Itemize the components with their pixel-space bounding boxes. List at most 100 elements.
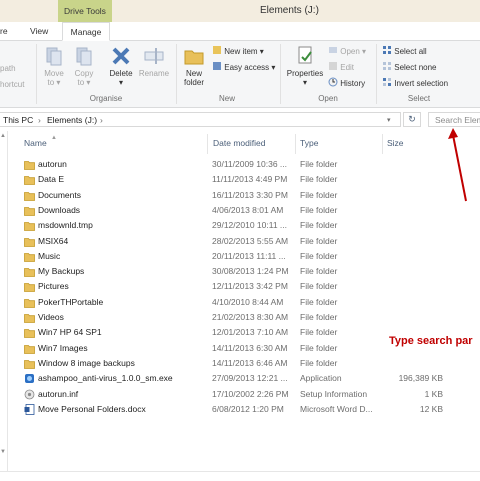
column-header-date[interactable]: Date modified (213, 138, 265, 148)
file-name: autorun.inf (38, 388, 79, 399)
file-name: Documents (38, 189, 81, 200)
rename-button[interactable]: Rename (137, 45, 171, 78)
rename-icon (144, 48, 164, 64)
file-type: Microsoft Word D... (300, 403, 373, 414)
file-row[interactable]: Move Personal Folders.docx 6/08/2012 1:20… (16, 402, 480, 417)
file-list-pane: ▲ ▼ ▲ Name Date modified Type Size autor… (0, 131, 480, 480)
group-separator (36, 44, 37, 104)
select-none-icon (382, 61, 392, 75)
new-item-icon (212, 45, 222, 59)
file-row[interactable]: Documents 16/11/2013 3:30 PM File folder (16, 188, 480, 203)
address-history-dropdown-icon[interactable]: ▾ (387, 116, 391, 124)
file-row[interactable]: autorun 30/11/2009 10:36 ... File folder (16, 157, 480, 172)
new-item-label: New item (224, 47, 258, 57)
tab-manage[interactable]: Manage (62, 22, 110, 41)
file-date-modified: 12/11/2013 3:42 PM (212, 281, 288, 292)
scroll-up-icon[interactable]: ▲ (0, 133, 6, 139)
select-none-button[interactable]: Select none (382, 61, 437, 73)
folder-icon (24, 205, 35, 216)
file-date-modified: 14/11/2013 6:30 AM (212, 342, 288, 353)
file-row[interactable]: My Backups 30/08/2013 1:24 PM File folder (16, 264, 480, 279)
move-to-button[interactable]: Move to ▾ (42, 45, 66, 87)
file-row[interactable]: Videos 21/02/2013 8:30 AM File folder (16, 310, 480, 325)
select-none-label: Select none (394, 63, 437, 73)
column-header-name[interactable]: Name (24, 138, 47, 148)
delete-button[interactable]: Delete ▾ (106, 45, 136, 87)
breadcrumb-drive[interactable]: Elements (J:) (47, 115, 97, 125)
group-label-new: New (218, 94, 235, 103)
folder-icon (24, 327, 35, 339)
search-annotation-text: Type search par (389, 335, 473, 347)
ribbon-tabs: re View Manage (0, 22, 480, 41)
file-row[interactable]: Data E 11/11/2013 4:49 PM File folder (16, 172, 480, 187)
easy-access-button[interactable]: Easy access ▾ (212, 61, 275, 73)
copy-to-label: Copy (74, 69, 94, 78)
breadcrumb-this-pc[interactable]: This PC (3, 115, 33, 125)
file-row[interactable]: PokerTHPortable 4/10/2010 8:44 AM File fol… (16, 295, 480, 310)
file-name: autorun (38, 159, 67, 169)
copy-to-button[interactable]: Copy to ▾ (72, 45, 96, 87)
select-all-label: Select all (394, 47, 427, 57)
column-divider[interactable] (207, 134, 208, 154)
properties-button[interactable]: Properties ▾ (284, 45, 326, 87)
tab-share[interactable]: re (0, 22, 8, 40)
open-button[interactable]: Open ▾ (328, 45, 366, 57)
new-folder-button[interactable]: New folder (180, 45, 208, 87)
folder-icon (24, 190, 35, 201)
select-all-button[interactable]: Select all (382, 45, 427, 57)
scroll-down-icon[interactable]: ▼ (0, 449, 6, 455)
search-placeholder: Search Elem (435, 115, 480, 125)
file-date-modified: 28/02/2013 5:55 AM (212, 235, 289, 246)
file-type: File folder (300, 174, 338, 185)
properties-icon (298, 46, 312, 64)
file-date-modified: 30/11/2009 10:36 ... (212, 159, 287, 169)
tab-view[interactable]: View (30, 22, 48, 40)
new-item-button[interactable]: New item ▾ (212, 45, 264, 57)
file-name: msdownld.tmp (38, 220, 93, 231)
file-name: MSIX64 (38, 235, 69, 246)
file-row[interactable]: Downloads 4/06/2013 8:01 AM File folder (16, 203, 480, 218)
new-folder-label: New (185, 69, 202, 78)
breadcrumb-separator-icon[interactable]: › (38, 115, 41, 125)
column-divider[interactable] (295, 134, 296, 154)
column-divider[interactable] (382, 134, 383, 154)
address-bar[interactable]: This PC › Elements (J:) › ▾ (0, 112, 401, 127)
invert-selection-label: Invert selection (394, 79, 449, 89)
file-row[interactable]: Music 20/11/2013 11:11 ... File folder (16, 249, 480, 264)
file-type: File folder (300, 342, 338, 353)
file-row[interactable]: msdownld.tmp 29/12/2010 10:11 ... File fol… (16, 218, 480, 233)
title-bar: Drive Tools Elements (J:) (0, 0, 480, 22)
file-row[interactable]: Window 8 image backups 14/11/2013 6:46 AM… (16, 356, 480, 371)
breadcrumb-separator-icon[interactable]: › (100, 115, 103, 125)
edit-button[interactable]: Edit (328, 61, 354, 73)
file-type: File folder (300, 159, 338, 169)
file-row[interactable]: Pictures 12/11/2013 3:42 PM File folder (16, 279, 480, 294)
file-size: 1 KB (424, 388, 443, 399)
invert-selection-button[interactable]: Invert selection (382, 77, 448, 89)
file-row[interactable]: autorun.inf 17/10/2002 2:26 PM Setup Infor… (16, 387, 480, 402)
column-header-type[interactable]: Type (300, 138, 318, 148)
new-folder-icon (184, 50, 204, 65)
file-name: Pictures (38, 281, 69, 292)
easy-access-label: Easy access (224, 63, 270, 73)
file-name: ashampoo_anti-virus_1.0.0_sm.exe (38, 373, 173, 384)
column-header-size[interactable]: Size (387, 138, 404, 148)
ribbon: path hortcut Move to ▾ Copy to ▾ Delete … (0, 41, 480, 108)
paste-shortcut-button[interactable]: hortcut (0, 79, 24, 91)
copy-path-button[interactable]: path (0, 63, 16, 75)
file-date-modified: 16/11/2013 3:30 PM (212, 189, 288, 200)
move-to-label-2: to ▾ (47, 78, 61, 87)
file-type: File folder (300, 250, 338, 261)
drive-tools-context-tab[interactable]: Drive Tools (58, 0, 112, 22)
file-row[interactable]: MSIX64 28/02/2013 5:55 AM File folder (16, 234, 480, 249)
file-row[interactable]: ashampoo_anti-virus_1.0.0_sm.exe 27/09/20… (16, 371, 480, 386)
group-separator (280, 44, 281, 104)
history-button[interactable]: History (328, 77, 365, 89)
folder-icon (24, 266, 35, 277)
refresh-icon[interactable]: ↻ (403, 112, 421, 127)
delete-dropdown-icon: ▾ (118, 78, 123, 87)
file-date-modified: 4/06/2013 8:01 AM (212, 204, 284, 215)
window-title: Elements (J:) (260, 5, 319, 16)
properties-dropdown-icon: ▾ (302, 78, 307, 87)
properties-label: Properties (286, 69, 324, 78)
